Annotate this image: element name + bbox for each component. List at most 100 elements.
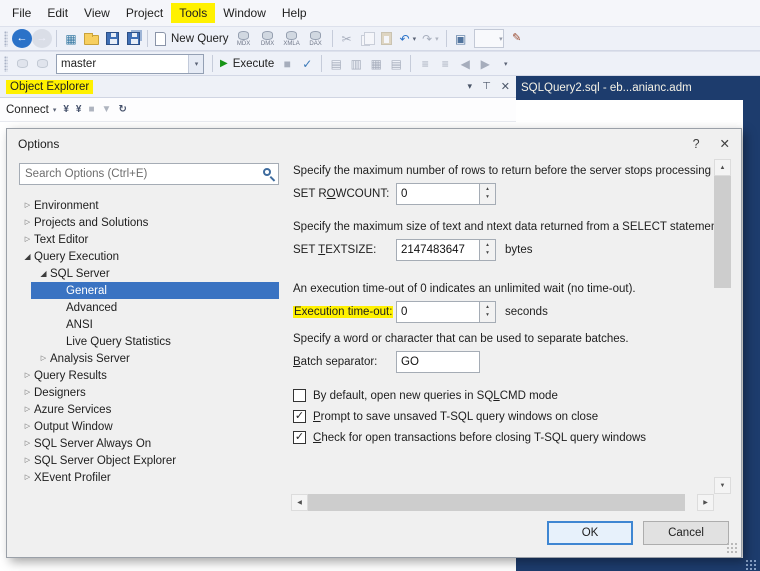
connect-server-button[interactable]: ¥	[76, 104, 82, 115]
copy-button[interactable]	[357, 28, 377, 50]
textsize-input[interactable]	[396, 239, 480, 261]
close-icon[interactable]: ✕	[501, 80, 510, 93]
checkbox-prompt-save[interactable]: ✓	[293, 410, 306, 423]
scrollbar-thumb[interactable]	[714, 176, 731, 288]
tree-expander-icon[interactable]: ▷	[21, 389, 34, 396]
tree-item-environment[interactable]: ▷ Environment	[19, 197, 279, 214]
horizontal-scrollbar[interactable]: ◀ ▶	[291, 494, 714, 511]
toolbar-overflow-button[interactable]: ▾	[495, 53, 515, 75]
mdx-query-button[interactable]: MDX	[232, 30, 256, 47]
tree-expander-icon[interactable]: ▷	[21, 236, 34, 243]
dialog-title-bar[interactable]: Options ? ✕	[7, 129, 741, 158]
spin-down-icon[interactable]: ▾	[486, 312, 489, 320]
search-input[interactable]	[19, 163, 279, 185]
tree-item-designers[interactable]: ▷ Designers	[19, 384, 279, 401]
toolbar-dropdown[interactable]: ▾	[473, 29, 504, 48]
timeout-spinner[interactable]: ▴ ▾	[480, 301, 496, 323]
save-all-button[interactable]	[122, 28, 143, 50]
tree-item-ansi[interactable]: ANSI	[19, 316, 279, 333]
tree-expander-icon[interactable]: ◢	[37, 269, 50, 278]
activity-monitor-button[interactable]: ▦	[61, 28, 81, 50]
database-dropdown-button[interactable]: ▾	[188, 54, 203, 73]
cancel-query-button[interactable]: ■	[277, 53, 297, 75]
spin-up-icon[interactable]: ▴	[486, 186, 489, 194]
cancel-button[interactable]: Cancel	[643, 521, 729, 545]
tab-sqlquery2[interactable]: SQLQuery2.sql - eb...anianc.adm	[521, 82, 692, 94]
paste-button[interactable]	[377, 28, 397, 50]
tree-item-xevent-profiler[interactable]: ▷ XEvent Profiler	[19, 469, 279, 486]
navigate-forward-button[interactable]: →	[32, 29, 52, 48]
parse-button[interactable]: ✓	[297, 53, 317, 75]
tree-expander-icon[interactable]: ▷	[21, 202, 34, 209]
tree-expander-icon[interactable]: ▷	[21, 372, 34, 379]
scroll-up-button[interactable]: ▲	[714, 159, 731, 176]
new-query-button[interactable]: New Query	[152, 28, 232, 50]
disconnect-button[interactable]: ¥	[63, 104, 69, 115]
tree-expander-icon[interactable]: ▷	[37, 355, 50, 362]
ok-button[interactable]: OK	[547, 521, 633, 545]
textsize-spinner[interactable]: ▴ ▾	[480, 239, 496, 261]
available-databases-button[interactable]	[32, 53, 52, 75]
batch-separator-input[interactable]	[396, 351, 480, 373]
menu-file[interactable]: File	[4, 3, 39, 23]
prompt-save-label[interactable]: Prompt to save unsaved T-SQL query windo…	[313, 411, 598, 423]
scroll-left-button[interactable]: ◀	[291, 494, 308, 511]
results-to-text-button[interactable]: ▤	[386, 53, 406, 75]
xmla-query-button[interactable]: XMLA	[280, 30, 304, 47]
tree-item-query-results[interactable]: ▷ Query Results	[19, 367, 279, 384]
chevron-down-icon[interactable]: ▾	[413, 35, 417, 43]
timeout-input[interactable]	[396, 301, 480, 323]
redo-button[interactable]: ↷ ▾	[419, 28, 442, 50]
spin-down-icon[interactable]: ▾	[486, 250, 489, 258]
menu-help[interactable]: Help	[274, 3, 315, 23]
tree-item-sql-server-object-explorer[interactable]: ▷ SQL Server Object Explorer	[19, 452, 279, 469]
toolbar-grip[interactable]	[4, 30, 8, 47]
uncomment-button[interactable]: ≡	[435, 53, 455, 75]
tree-expander-icon[interactable]: ▷	[21, 474, 34, 481]
tree-expander-icon[interactable]: ▷	[21, 457, 34, 464]
sqlcmd-mode-label[interactable]: By default, open new queries in SQLCMD m…	[313, 390, 558, 402]
refresh-button[interactable]: ↻	[118, 104, 126, 115]
indent-decrease-button[interactable]: ◀	[455, 53, 475, 75]
menu-project[interactable]: Project	[118, 3, 171, 23]
spin-up-icon[interactable]: ▴	[486, 242, 489, 250]
comment-button[interactable]: ≡	[415, 53, 435, 75]
results-to-grid-button[interactable]: ▦	[366, 53, 386, 75]
spin-down-icon[interactable]: ▾	[486, 194, 489, 202]
help-icon[interactable]: ?	[693, 137, 700, 151]
object-explorer-header[interactable]: Object Explorer ▾ ⊤ ✕	[0, 76, 516, 98]
stop-button[interactable]: ■	[88, 104, 94, 115]
live-query-statistics-button[interactable]: ▥	[346, 53, 366, 75]
database-dropdown[interactable]: master ▾	[56, 53, 204, 74]
checkbox-check-transactions[interactable]: ✓	[293, 431, 306, 444]
execute-button[interactable]: ▶ Execute	[217, 53, 277, 75]
scroll-down-button[interactable]: ▼	[714, 477, 731, 494]
menu-edit[interactable]: Edit	[39, 3, 76, 23]
scroll-right-button[interactable]: ▶	[697, 494, 714, 511]
tree-item-query-execution[interactable]: ◢ Query Execution	[19, 248, 279, 265]
menu-window[interactable]: Window	[215, 3, 274, 23]
scrollbar-thumb[interactable]	[308, 494, 685, 511]
menu-view[interactable]: View	[76, 3, 118, 23]
tree-item-azure-services[interactable]: ▷ Azure Services	[19, 401, 279, 418]
navigate-back-button[interactable]: ←	[12, 29, 32, 48]
rowcount-input[interactable]	[396, 183, 480, 205]
tree-item-output-window[interactable]: ▷ Output Window	[19, 418, 279, 435]
undo-button[interactable]: ↶ ▾	[397, 28, 420, 50]
properties-pen-button[interactable]: ✎	[507, 28, 527, 50]
tree-item-analysis-server[interactable]: ▷ Analysis Server	[19, 350, 279, 367]
checkbox-sqlcmd-mode[interactable]: ✓	[293, 389, 306, 402]
connect-dropdown[interactable]: Connect ▾	[6, 104, 56, 116]
rowcount-spinner[interactable]: ▴ ▾	[480, 183, 496, 205]
showplan-button[interactable]: ▤	[326, 53, 346, 75]
tree-item-projects-and-solutions[interactable]: ▷ Projects and Solutions	[19, 214, 279, 231]
change-connection-button[interactable]	[12, 53, 32, 75]
window-position-button[interactable]: ▾	[468, 81, 473, 92]
window-layout-button[interactable]: ▣	[451, 28, 471, 50]
tree-item-advanced[interactable]: Advanced	[19, 299, 279, 316]
dax-query-button[interactable]: DAX	[304, 30, 328, 47]
cut-button[interactable]: ✂	[337, 28, 357, 50]
check-transactions-label[interactable]: Check for open transactions before closi…	[313, 432, 646, 444]
tree-expander-icon[interactable]: ▷	[21, 423, 34, 430]
close-icon[interactable]: ✕	[720, 136, 730, 151]
